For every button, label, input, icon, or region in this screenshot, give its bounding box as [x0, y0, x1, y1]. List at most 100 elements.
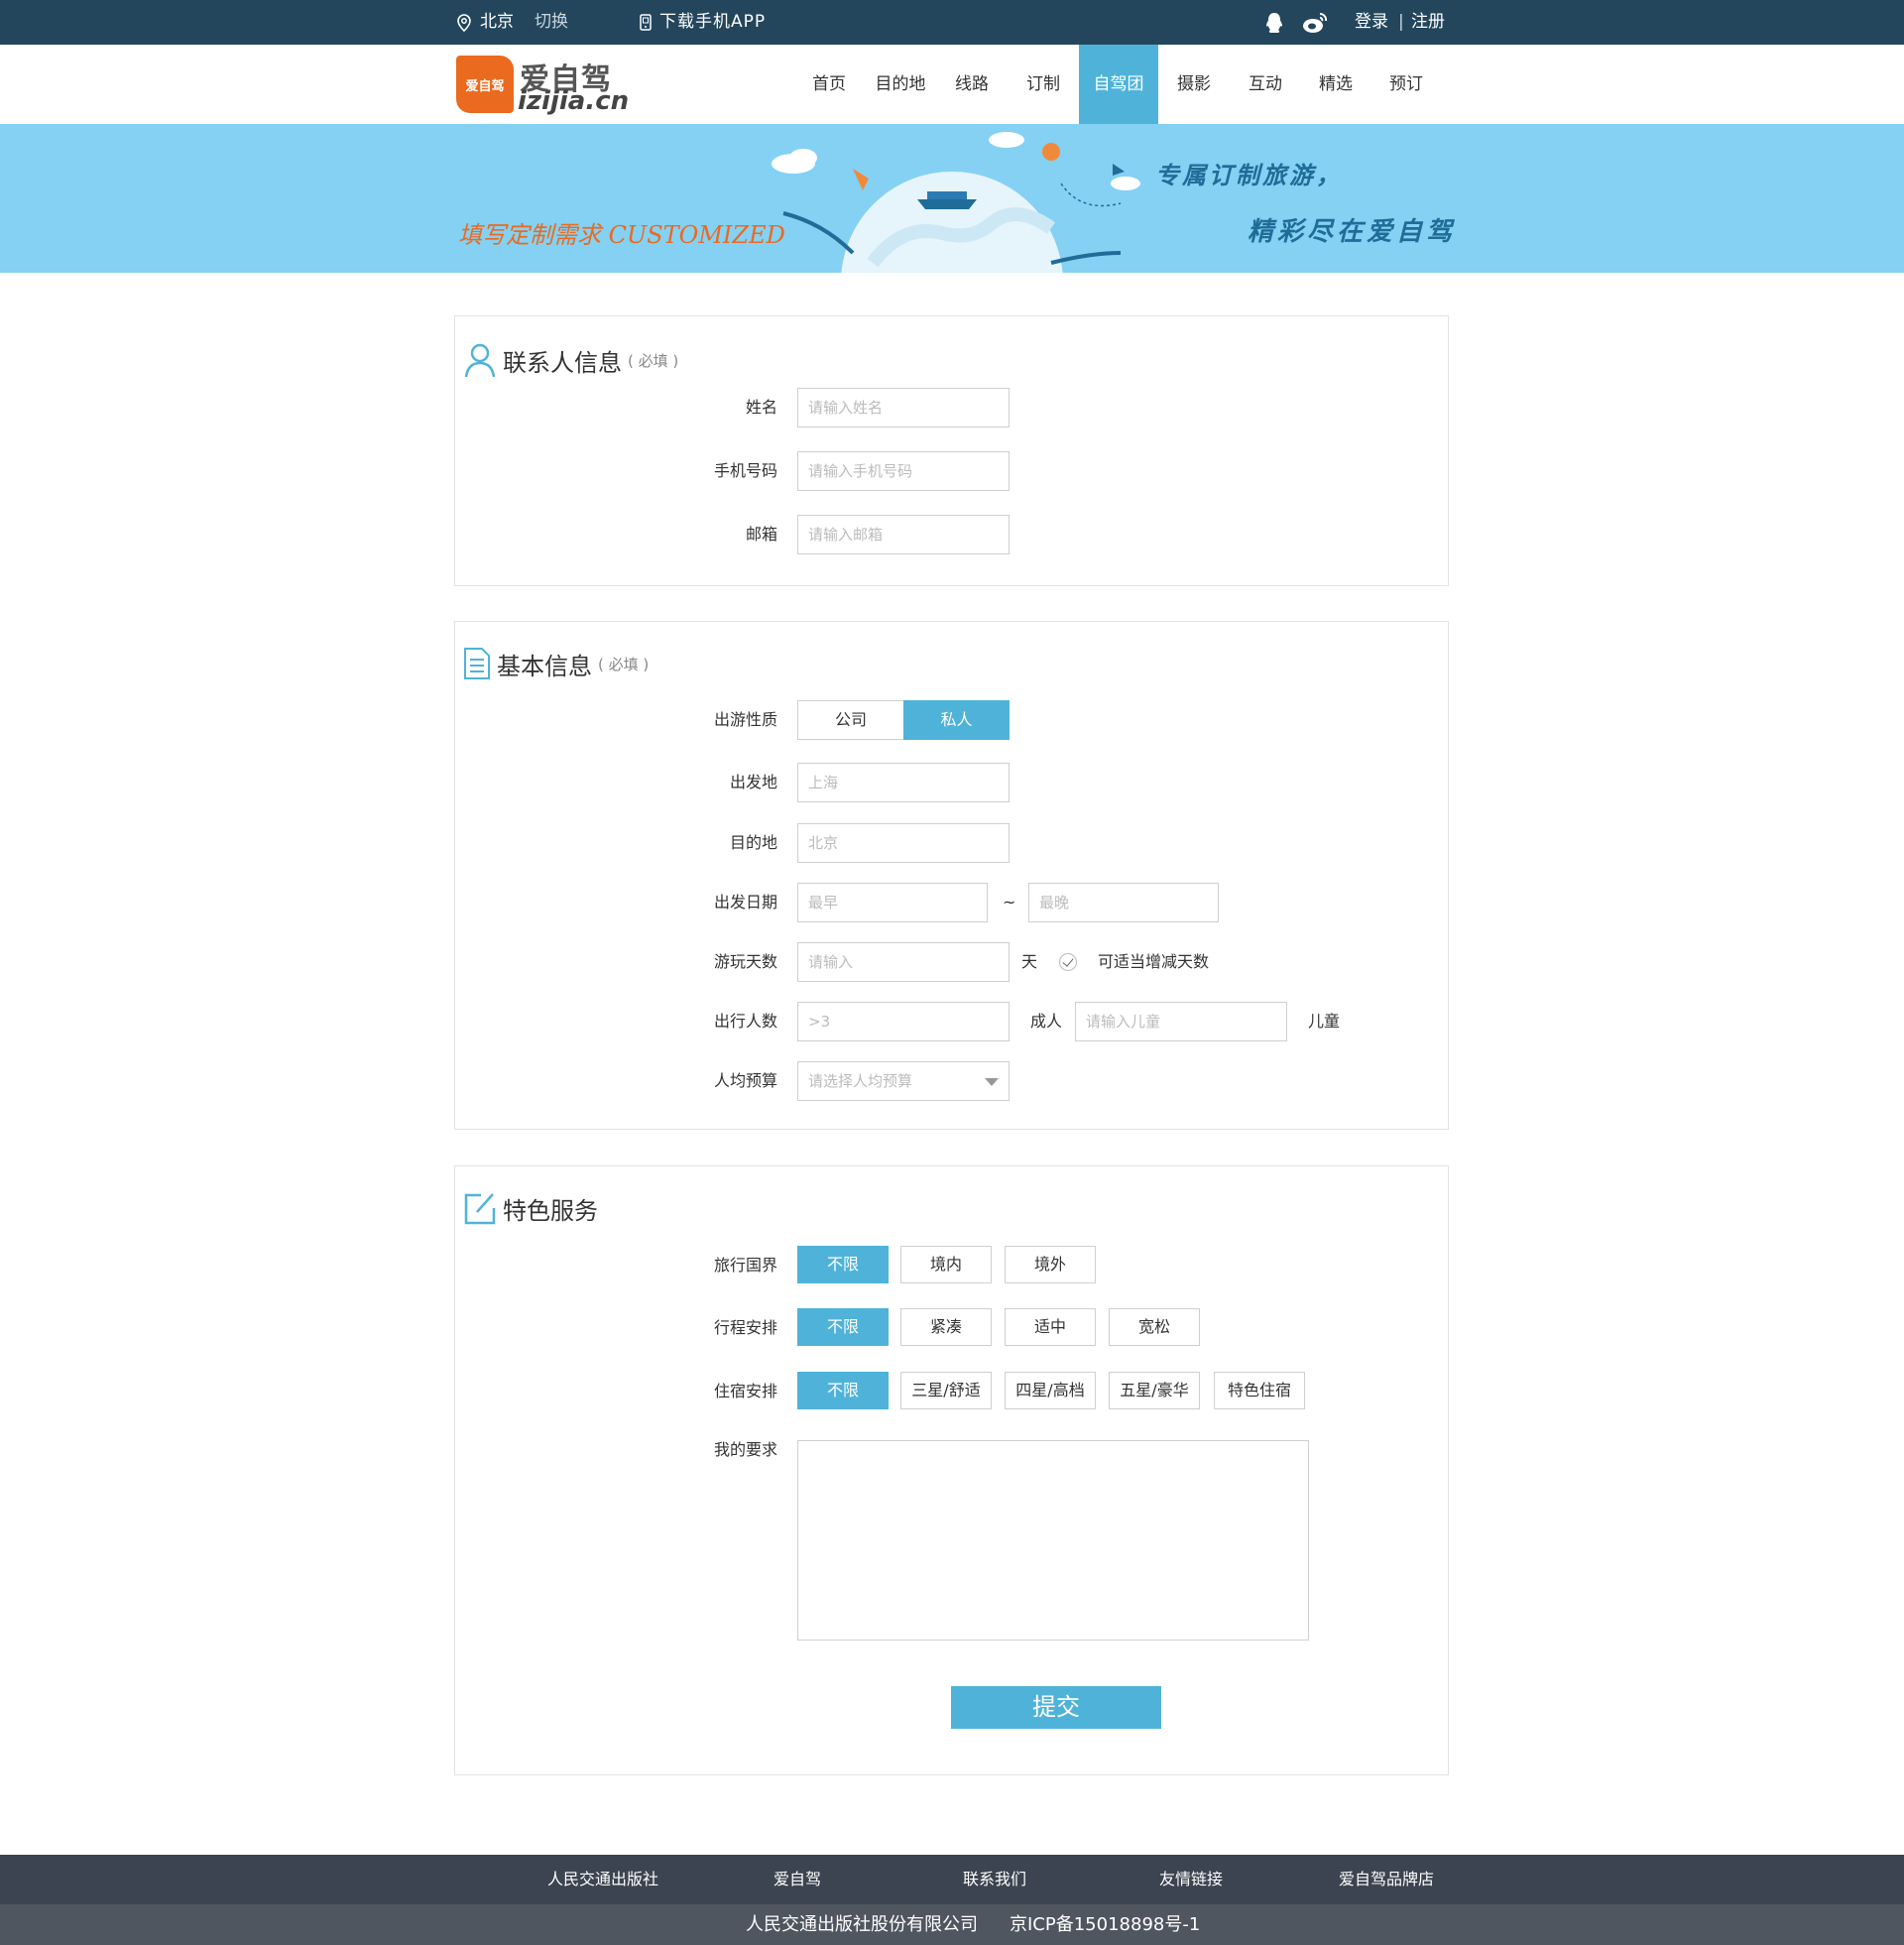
register-link[interactable]: 注册 — [1411, 0, 1445, 45]
schedule-option-tight[interactable]: 紧凑 — [900, 1308, 992, 1346]
date-latest-input[interactable]: 最晚 — [1028, 883, 1219, 922]
request-textarea[interactable] — [797, 1440, 1309, 1641]
nav-item-self-drive-group[interactable]: 自驾团 — [1079, 45, 1158, 124]
download-app-link[interactable]: 下载手机APP — [640, 0, 766, 45]
basic-required-note: ( 必填 ) — [598, 655, 650, 673]
budget-select-placeholder: 请选择人均预算 — [808, 1072, 913, 1090]
date-label: 出发日期 — [713, 893, 777, 912]
stay-option-four-star[interactable]: 四星/高档 — [1005, 1372, 1096, 1409]
adults-input[interactable]: >3 — [797, 1002, 1010, 1041]
footer-link-contact[interactable]: 联系我们 — [963, 1855, 1026, 1904]
phone-label: 手机号码 — [713, 461, 777, 480]
border-option-domestic[interactable]: 境内 — [900, 1246, 992, 1283]
banner-slogan-line2: 精彩尽在爱自驾 — [1248, 217, 1457, 247]
edit-icon — [464, 1193, 496, 1225]
schedule-option-relaxed[interactable]: 宽松 — [1109, 1308, 1200, 1346]
special-service-panel: 特色服务 旅行国界 不限 境内 境外 行程安排 不限 紧凑 适中 宽松 住宿安排… — [454, 1165, 1449, 1775]
phone-input[interactable]: 请输入手机号码 — [797, 451, 1010, 491]
footer-link-publisher[interactable]: 人民交通出版社 — [547, 1855, 658, 1904]
login-link[interactable]: 登录 — [1355, 0, 1388, 45]
destination-input[interactable]: 北京 — [797, 823, 1010, 863]
budget-row: 人均预算 请选择人均预算 — [455, 1061, 1447, 1101]
nav-item-destination[interactable]: 目的地 — [865, 45, 936, 124]
days-label: 游玩天数 — [713, 952, 777, 971]
trip-nature-row: 出游性质 公司 私人 — [455, 700, 1447, 740]
switch-city-link[interactable]: 切换 — [535, 0, 568, 45]
document-icon — [464, 648, 490, 679]
footer-icp[interactable]: 京ICP备15018898号-1 — [1010, 1904, 1200, 1945]
footer-link-friends[interactable]: 友情链接 — [1159, 1855, 1223, 1904]
phone-row: 手机号码 请输入手机号码 — [455, 451, 1447, 491]
submit-button[interactable]: 提交 — [951, 1686, 1161, 1729]
border-option-any[interactable]: 不限 — [797, 1246, 889, 1283]
city-selector[interactable]: 北京 — [456, 0, 514, 45]
site-logo[interactable]: 爱自驾 爱自驾 izijia.cn — [456, 54, 629, 116]
customize-banner: 填写定制需求 CUSTOMIZED 专属订制旅游， 精彩尽在爱自驾 — [0, 124, 1904, 273]
banner-left-text: 填写定制需求 CUSTOMIZED — [458, 221, 785, 249]
nav-item-booking[interactable]: 预订 — [1370, 45, 1442, 124]
days-input[interactable]: 请输入 — [797, 942, 1010, 982]
children-input[interactable]: 请输入儿童 — [1075, 1002, 1287, 1041]
phone-icon — [640, 14, 652, 31]
stay-option-any[interactable]: 不限 — [797, 1372, 889, 1409]
nav-item-home[interactable]: 首页 — [793, 45, 865, 124]
email-input[interactable]: 请输入邮箱 — [797, 515, 1010, 554]
departure-row: 出发地 上海 — [455, 763, 1447, 802]
days-adjust-checkbox[interactable] — [1059, 953, 1077, 971]
name-input[interactable]: 请输入姓名 — [797, 388, 1010, 427]
nav-item-interaction[interactable]: 互动 — [1230, 45, 1301, 124]
days-unit: 天 — [1021, 952, 1038, 971]
departure-label: 出发地 — [729, 773, 777, 791]
days-adjust-label: 可适当增减天数 — [1098, 952, 1210, 971]
special-service-title: 特色服务 — [463, 1188, 598, 1228]
people-row: 出行人数 >3 成人 请输入儿童 儿童 — [455, 1002, 1447, 1041]
date-earliest-input[interactable]: 最早 — [797, 883, 988, 922]
nature-company-button[interactable]: 公司 — [797, 700, 904, 740]
stay-option-five-star[interactable]: 五星/豪华 — [1109, 1372, 1200, 1409]
accommodation-label: 住宿安排 — [713, 1382, 777, 1400]
days-row: 游玩天数 请输入 天 可适当增减天数 — [455, 942, 1447, 982]
stay-option-three-star[interactable]: 三星/舒适 — [900, 1372, 992, 1409]
departure-input[interactable]: 上海 — [797, 763, 1010, 802]
footer-link-brand-store[interactable]: 爱自驾品牌店 — [1339, 1855, 1434, 1904]
destination-label: 目的地 — [729, 833, 777, 852]
city-label: 北京 — [480, 12, 514, 32]
nav-item-selected[interactable]: 精选 — [1301, 45, 1370, 124]
nav-item-photography[interactable]: 摄影 — [1158, 45, 1230, 124]
basic-info-title: 基本信息 ( 必填 ) — [463, 644, 649, 683]
stay-option-special[interactable]: 特色住宿 — [1214, 1372, 1305, 1409]
nature-private-button[interactable]: 私人 — [903, 700, 1010, 740]
destination-row: 目的地 北京 — [455, 823, 1447, 863]
basic-title-text: 基本信息 — [497, 652, 592, 680]
chevron-down-icon — [985, 1078, 999, 1086]
travel-border-label: 旅行国界 — [713, 1256, 777, 1275]
contact-info-panel: 联系人信息 ( 必填 ) 姓名 请输入姓名 手机号码 请输入手机号码 邮箱 请输… — [454, 315, 1449, 586]
page: 北京 切换 下载手机APP 登录 | 注册 爱自驾 爱自驾 izijia.cn — [0, 0, 1904, 1945]
weibo-link[interactable] — [1301, 0, 1329, 45]
schedule-option-any[interactable]: 不限 — [797, 1308, 889, 1346]
people-label: 出行人数 — [713, 1012, 777, 1031]
trip-nature-label: 出游性质 — [713, 710, 777, 729]
border-option-abroad[interactable]: 境外 — [1005, 1246, 1096, 1283]
top-bar: 北京 切换 下载手机APP 登录 | 注册 — [0, 0, 1904, 45]
qq-link[interactable] — [1263, 0, 1285, 45]
nav-item-custom[interactable]: 订制 — [1008, 45, 1079, 124]
accommodation-row: 住宿安排 不限 三星/舒适 四星/高档 五星/豪华 特色住宿 — [455, 1372, 1447, 1411]
download-app-label: 下载手机APP — [659, 12, 767, 32]
banner-slogan-line1: 专属订制旅游， — [1155, 161, 1343, 189]
qq-icon — [1266, 12, 1282, 33]
schedule-option-moderate[interactable]: 适中 — [1005, 1308, 1096, 1346]
contact-title-text: 联系人信息 — [503, 348, 622, 377]
footer-company: 人民交通出版社股份有限公司 — [746, 1914, 978, 1935]
nav-item-routes[interactable]: 线路 — [936, 45, 1008, 124]
email-row: 邮箱 请输入邮箱 — [455, 515, 1447, 554]
footer-copyright-bar: 人民交通出版社股份有限公司 京ICP备15018898号-1 — [0, 1904, 1904, 1945]
budget-select[interactable]: 请选择人均预算 — [797, 1061, 1010, 1101]
basic-info-panel: 基本信息 ( 必填 ) 出游性质 公司 私人 出发地 上海 目的地 北京 出发日… — [454, 621, 1449, 1130]
date-range-tilde: ~ — [1003, 893, 1016, 912]
schedule-row: 行程安排 不限 紧凑 适中 宽松 — [455, 1308, 1447, 1348]
name-row: 姓名 请输入姓名 — [455, 388, 1447, 427]
budget-label: 人均预算 — [713, 1071, 777, 1090]
footer-link-izijia[interactable]: 爱自驾 — [774, 1855, 821, 1904]
login-separator: | — [1398, 12, 1404, 32]
